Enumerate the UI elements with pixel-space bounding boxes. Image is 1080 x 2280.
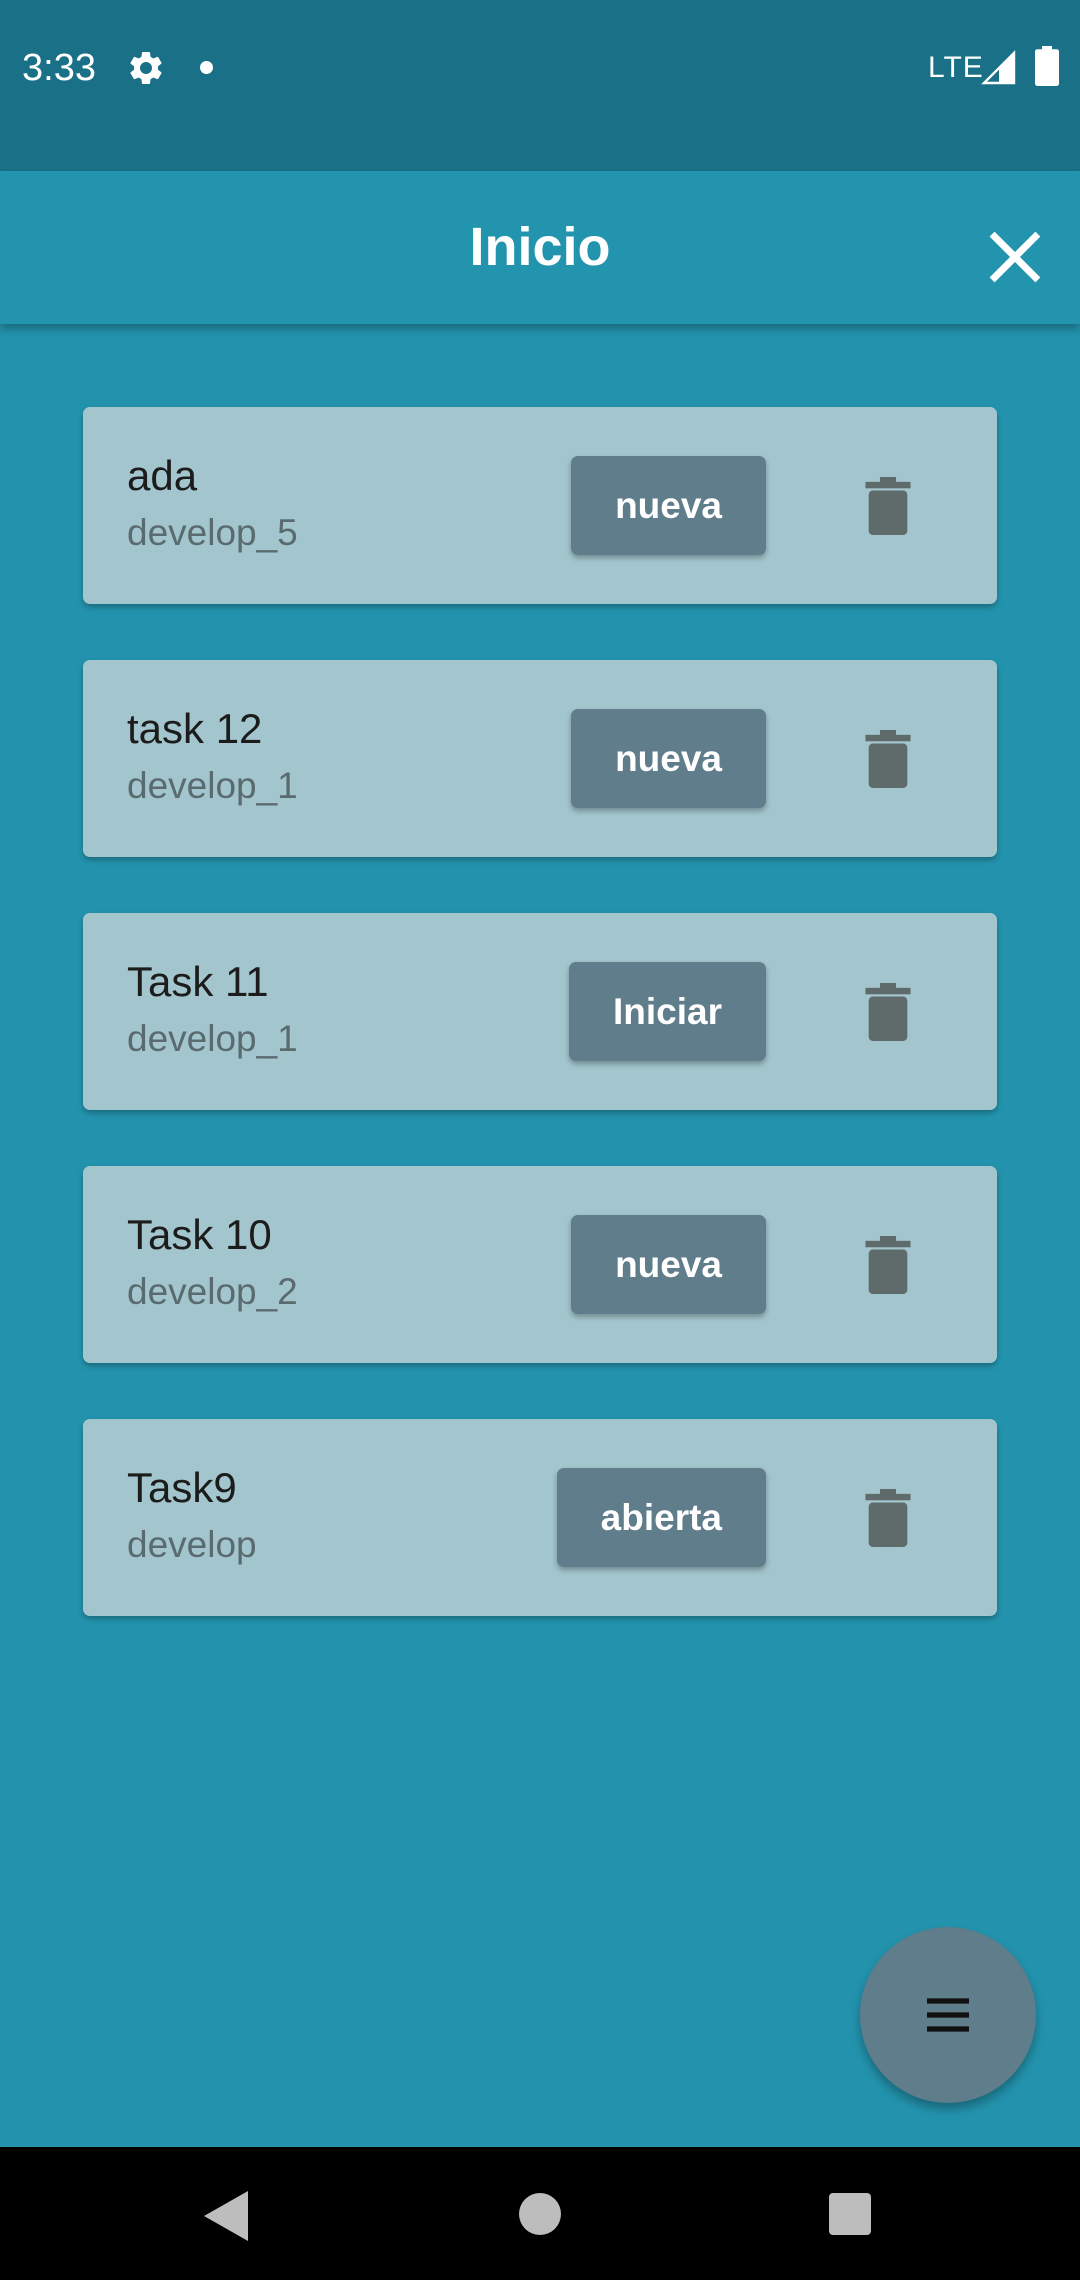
task-card[interactable]: ada develop_5 nueva (83, 407, 997, 604)
task-subtitle: develop_5 (127, 512, 298, 553)
menu-fab-button[interactable] (860, 1927, 1036, 2103)
navigation-bar (0, 2147, 1080, 2280)
task-subtitle: develop_1 (127, 765, 298, 806)
task-title: Task9 (127, 1464, 237, 1511)
task-list: ada develop_5 nueva task 12 develop_1 nu… (83, 407, 997, 1672)
trash-icon[interactable] (863, 1236, 913, 1294)
task-card[interactable]: Task 10 develop_2 nueva (83, 1166, 997, 1363)
task-title: task 12 (127, 705, 263, 752)
task-status-button[interactable]: nueva (571, 456, 766, 555)
task-status-button[interactable]: abierta (556, 1468, 766, 1567)
back-icon[interactable] (204, 2191, 248, 2241)
close-icon[interactable] (980, 222, 1050, 292)
trash-icon[interactable] (863, 1489, 913, 1547)
trash-icon[interactable] (863, 983, 913, 1041)
status-bar: 3:33 LTE (0, 0, 1080, 171)
task-card[interactable]: Task9 develop abierta (83, 1419, 997, 1616)
battery-icon (1035, 46, 1059, 86)
app-bar: Inicio (0, 171, 1080, 324)
trash-icon[interactable] (863, 730, 913, 788)
menu-icon (927, 1998, 969, 2032)
task-subtitle: develop_2 (127, 1271, 298, 1312)
trash-icon[interactable] (863, 477, 913, 535)
task-title: Task 10 (127, 1211, 272, 1258)
task-title: ada (127, 452, 198, 499)
gear-icon (130, 51, 162, 84)
task-status-button[interactable]: Iniciar (569, 962, 766, 1061)
recents-icon[interactable] (829, 2193, 871, 2235)
task-status-button[interactable]: nueva (571, 709, 766, 808)
notification-dot-icon (200, 61, 213, 74)
status-time: 3:33 (22, 47, 96, 89)
signal-icon (981, 50, 1016, 85)
task-title: Task 11 (127, 958, 269, 1005)
home-icon[interactable] (519, 2193, 561, 2235)
task-subtitle: develop_1 (127, 1018, 298, 1059)
network-type: LTE (928, 51, 984, 84)
task-card[interactable]: task 12 develop_1 nueva (83, 660, 997, 857)
page-title: Inicio (469, 217, 611, 277)
task-card[interactable]: Task 11 develop_1 Iniciar (83, 913, 997, 1110)
task-subtitle: develop (127, 1524, 257, 1565)
task-status-button[interactable]: nueva (571, 1215, 766, 1314)
